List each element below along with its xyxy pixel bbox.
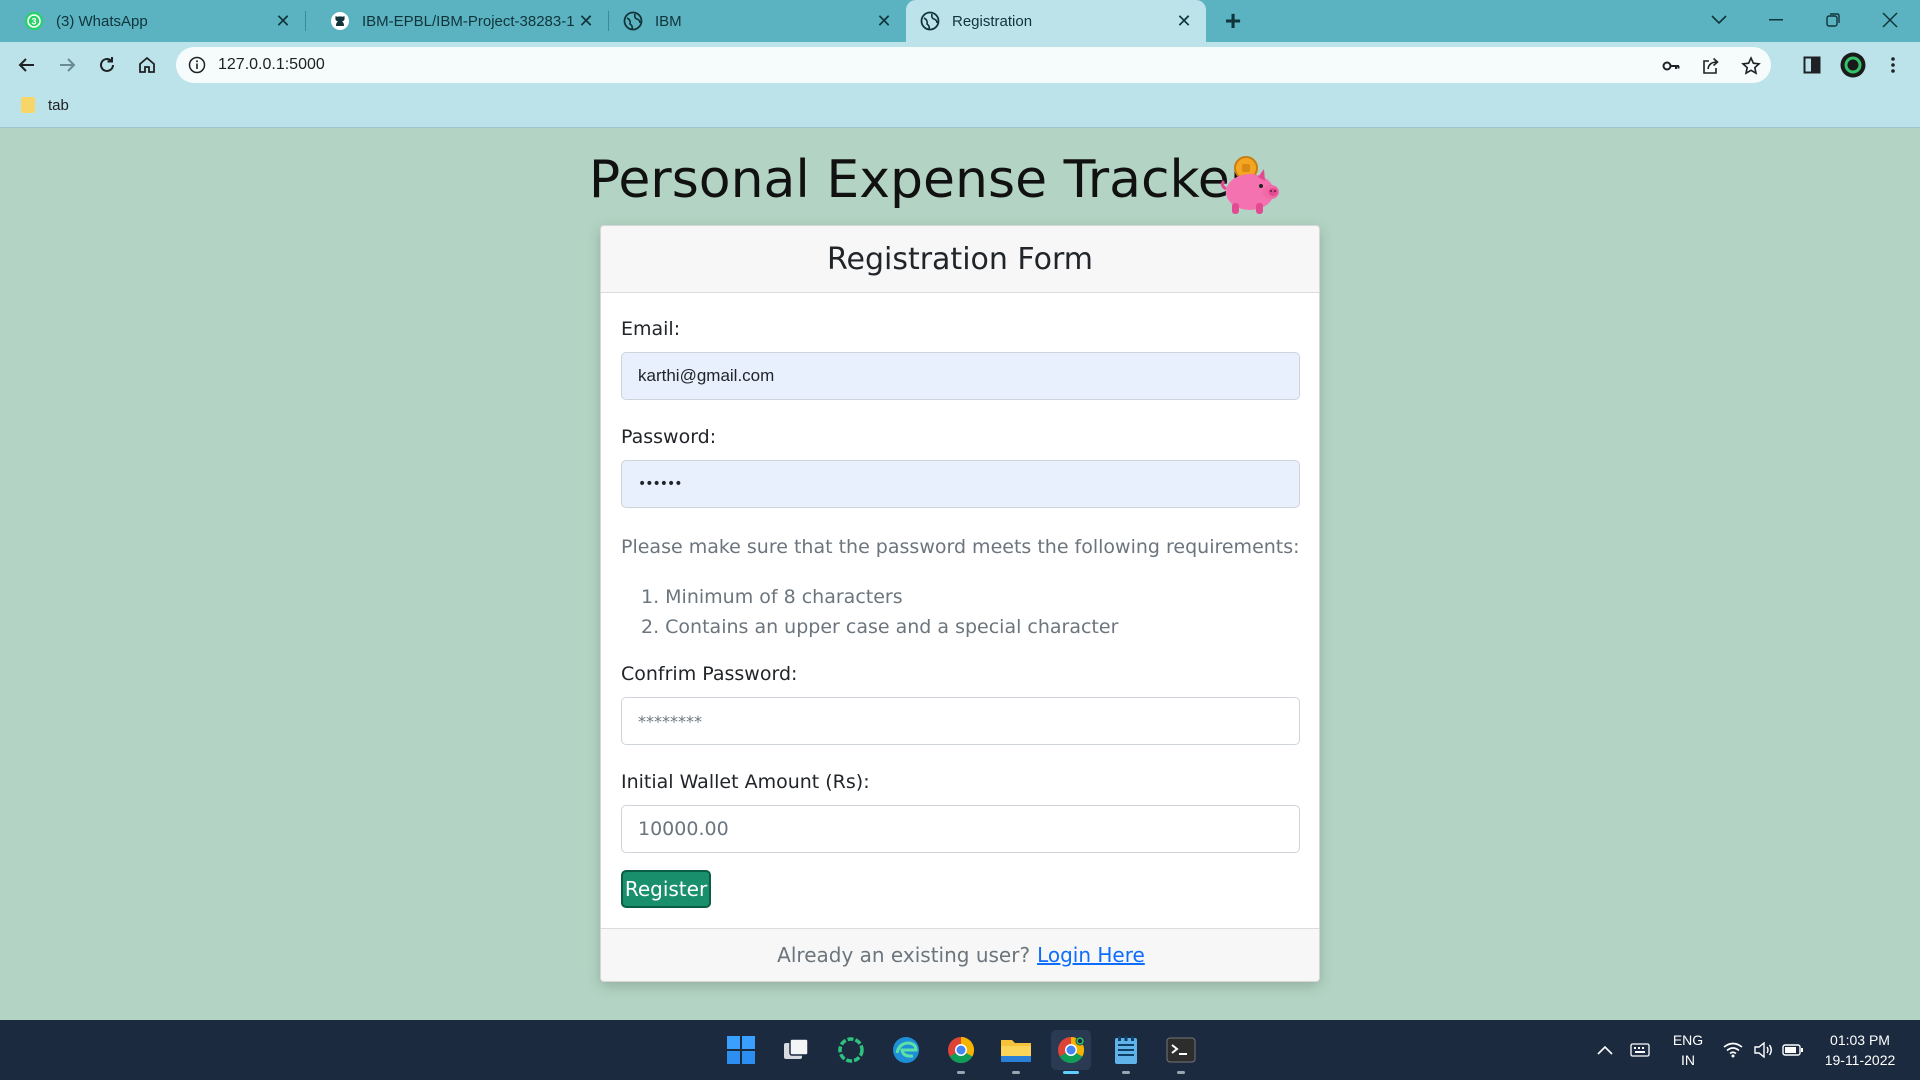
requirement-item: 2. Contains an upper case and a special … [641,616,1119,638]
password-field[interactable]: •••••• [621,460,1300,508]
requirement-item: 1. Minimum of 8 characters [641,586,903,608]
home-icon[interactable] [131,49,163,81]
globe-icon [920,11,940,31]
clock[interactable]: 01:03 PM 19-11-2022 [1810,1030,1910,1070]
close-icon[interactable]: ✕ [271,9,295,33]
loading-ring-icon[interactable] [831,1030,871,1070]
new-tab-button[interactable]: + [1218,5,1248,36]
running-indicator [1177,1071,1185,1074]
existing-user-text: Already an existing user? [777,943,1031,967]
bookmark-item[interactable]: tab [20,96,69,114]
browser-toolbar: 127.0.0.1:5000 [0,42,1920,88]
key-icon[interactable] [1661,56,1681,76]
running-indicator [1122,1071,1130,1074]
chrome-active-icon[interactable] [1051,1030,1091,1074]
registration-card: Registration Form Email: karthi@gmail.co… [600,225,1320,982]
email-label: Email: [621,318,681,340]
notepad-icon[interactable] [1106,1030,1146,1074]
tab-title: Registration [952,12,1033,30]
registration-form: Email: karthi@gmail.com Password: ••••••… [601,293,1319,915]
terminal-icon[interactable] [1161,1030,1201,1074]
tab-title: IBM-EPBL/IBM-Project-38283-16 [362,12,574,30]
clock-date: 19-11-2022 [1824,1052,1896,1068]
battery-icon[interactable] [1778,1020,1808,1080]
url-text: 127.0.0.1:5000 [218,56,325,73]
chrome-icon[interactable] [941,1030,981,1074]
tab-search-chevron-icon[interactable] [1699,0,1739,40]
password-value: •••••• [638,476,683,492]
window-close-icon[interactable] [1870,0,1910,40]
active-indicator [1063,1071,1079,1074]
bookmark-star-icon[interactable] [1741,56,1761,76]
password-label: Password: [621,426,717,448]
side-panel-icon[interactable] [1799,52,1825,78]
card-footer: Already an existing user? Login Here [601,928,1319,981]
windows-start-icon[interactable] [721,1030,761,1070]
piggy-bank-icon [1218,155,1284,217]
task-view-icon[interactable] [776,1030,816,1070]
bookmarks-bar: tab [0,88,1920,128]
whatsapp-icon: 3 [24,11,44,31]
close-icon[interactable]: ✕ [872,9,896,33]
form-heading: Registration Form [601,226,1319,293]
svg-text:3: 3 [31,17,36,27]
wifi-icon[interactable] [1718,1020,1748,1080]
wallet-amount-field[interactable]: 10000.00 [621,805,1300,853]
tab-whatsapp[interactable]: 3 (3) WhatsApp ✕ [0,0,305,42]
chevron-up-icon[interactable] [1590,1020,1620,1080]
wallet-amount-label: Initial Wallet Amount (Rs): [621,771,870,793]
back-icon[interactable] [11,49,43,81]
page-title: Personal Expense Tracker [0,150,1920,210]
taskbar: ENG IN 01:03 PM 19-11-2022 [0,1020,1920,1080]
email-value: karthi@gmail.com [638,366,775,385]
restore-icon[interactable] [1813,0,1853,40]
clock-time: 01:03 PM [1830,1032,1890,1048]
file-explorer-icon[interactable] [996,1030,1036,1074]
globe-icon [623,11,643,31]
running-indicator [957,1071,965,1074]
menu-kebab-icon[interactable] [1880,52,1906,78]
tab-ibm[interactable]: IBM ✕ [609,0,906,42]
bookmark-label: tab [48,96,69,114]
language-indicator[interactable]: ENG IN [1668,1030,1708,1070]
reload-icon[interactable] [91,49,123,81]
tab-registration[interactable]: Registration ✕ [906,0,1206,42]
close-icon[interactable]: ✕ [1172,9,1196,33]
confirm-password-field[interactable]: ******** [621,697,1300,745]
forward-icon[interactable] [51,49,83,81]
share-icon[interactable] [1701,56,1721,76]
region-code: IN [1681,1052,1695,1068]
edge-icon[interactable] [886,1030,926,1070]
minimize-icon[interactable] [1756,0,1796,40]
tab-title: (3) WhatsApp [56,12,148,30]
running-indicator [1012,1071,1020,1074]
login-link[interactable]: Login Here [1037,943,1145,967]
email-field[interactable]: karthi@gmail.com [621,352,1300,400]
close-icon[interactable]: ✕ [574,9,598,33]
address-bar[interactable]: 127.0.0.1:5000 [176,47,1771,83]
confirm-password-placeholder: ******** [638,711,702,731]
confirm-password-label: Confrim Password: [621,663,798,685]
keyboard-icon[interactable] [1625,1020,1655,1080]
profile-avatar-icon[interactable] [1840,52,1866,78]
password-requirements-intro: Please make sure that the password meets… [621,536,1300,558]
wallet-amount-placeholder: 10000.00 [638,818,729,840]
tab-strip: 3 (3) WhatsApp ✕ IBM-EPBL/IBM-Project-38… [0,0,1920,42]
volume-icon[interactable] [1748,1020,1778,1080]
github-icon [330,11,350,31]
register-button[interactable]: Register [621,870,711,908]
page-content: Personal Expense Tracker Registration Fo… [0,128,1920,1020]
folder-icon [20,96,36,114]
site-info-icon[interactable] [188,56,206,74]
tab-title: IBM [655,12,682,30]
language-code: ENG [1672,1032,1704,1048]
page-title-text: Personal Expense Tracker [588,150,1252,210]
tab-github[interactable]: IBM-EPBL/IBM-Project-38283-16 ✕ [306,0,608,42]
